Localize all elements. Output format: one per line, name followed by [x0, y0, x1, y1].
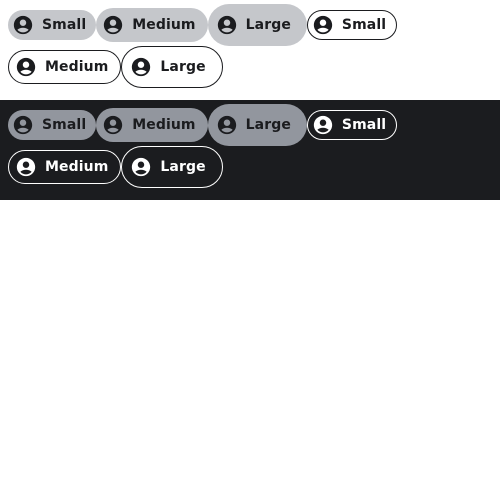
light-row-2: Medium Large [0, 42, 500, 88]
chip-label: Small [341, 17, 387, 33]
account-circle-icon [102, 114, 124, 136]
dark-filled-medium-chip[interactable]: Medium [96, 108, 208, 142]
dark-row-2: Medium Large [0, 142, 500, 188]
account-circle-icon [130, 56, 152, 78]
account-circle-icon [12, 114, 34, 136]
chip-label: Large [245, 17, 291, 33]
dark-outlined-small-chip[interactable]: Small [306, 110, 398, 140]
light-filled-medium-chip[interactable]: Medium [96, 8, 208, 42]
chip-label: Medium [45, 159, 109, 175]
chip-label: Small [42, 117, 87, 133]
dark-row-1: Small Medium Large Small [0, 100, 500, 146]
light-theme-section: Small Medium Large Small Medium Large [0, 0, 500, 100]
chip-label: Large [160, 159, 206, 175]
account-circle-icon [130, 156, 152, 178]
chip-label: Medium [45, 59, 109, 75]
chip-label: Large [160, 59, 206, 75]
dark-filled-large-chip[interactable]: Large [207, 104, 307, 146]
account-circle-icon [12, 14, 34, 36]
light-outlined-medium-chip[interactable]: Medium [8, 50, 122, 84]
chip-label: Medium [132, 17, 196, 33]
account-circle-icon [102, 14, 124, 36]
chip-label: Medium [132, 117, 196, 133]
account-circle-icon [15, 56, 37, 78]
dark-outlined-large-chip[interactable]: Large [121, 146, 223, 188]
chip-label: Small [341, 117, 387, 133]
light-row-1: Small Medium Large Small [0, 0, 500, 46]
light-filled-small-chip[interactable]: Small [8, 10, 97, 40]
light-outlined-small-chip[interactable]: Small [306, 10, 398, 40]
account-circle-icon [312, 114, 334, 136]
account-circle-icon [216, 14, 238, 36]
chip-label: Large [245, 117, 291, 133]
account-circle-icon [15, 156, 37, 178]
dark-outlined-medium-chip[interactable]: Medium [8, 150, 122, 184]
chip-label: Small [42, 17, 87, 33]
light-filled-large-chip[interactable]: Large [207, 4, 307, 46]
account-circle-icon [312, 14, 334, 36]
dark-filled-small-chip[interactable]: Small [8, 110, 97, 140]
dark-theme-section: Small Medium Large Small Medium Large [0, 100, 500, 200]
light-outlined-large-chip[interactable]: Large [121, 46, 223, 88]
account-circle-icon [216, 114, 238, 136]
